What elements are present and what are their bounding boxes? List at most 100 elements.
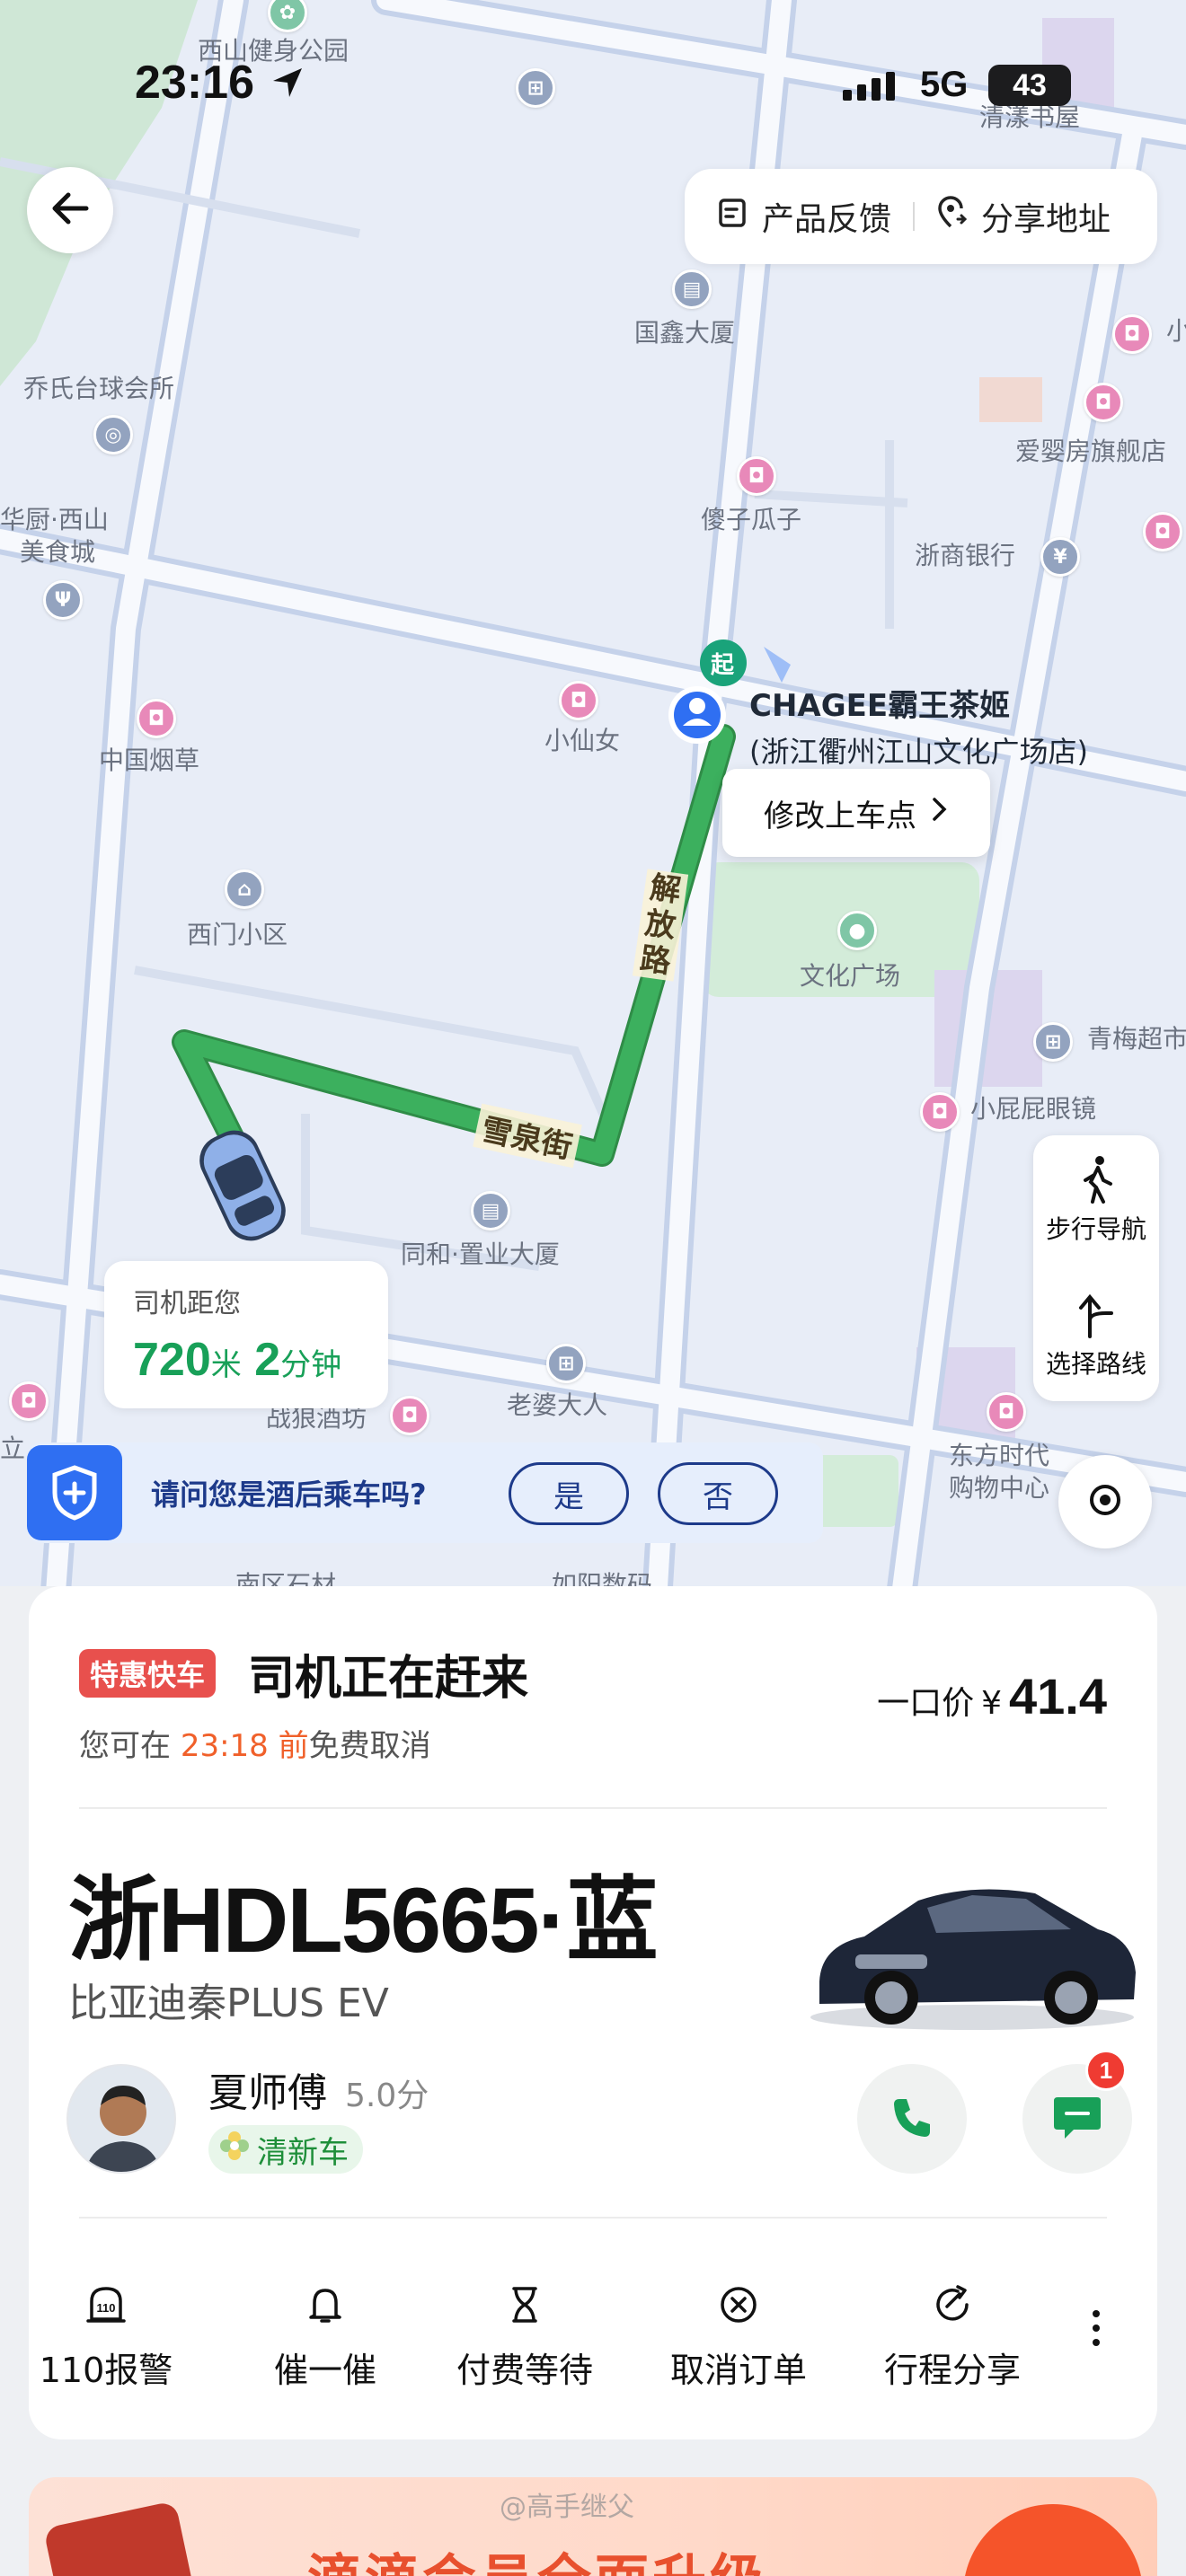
share-trip-button[interactable]: 行程分享 [863,2283,1042,2392]
map-view[interactable]: 西山健身公园 清漾书屋 国鑫大厦 乔氏台球会所 爱婴房旗舰店 华厨·西山 美食城… [0,0,1186,1617]
eta-label: 司机距您 [133,1288,241,1319]
drunk-yes-button[interactable]: 是 [509,1462,629,1525]
watermark: @高手继父 [500,2492,634,2523]
arrow-left-icon [50,190,90,230]
cancel-order-button[interactable]: 取消订单 [649,2283,828,2392]
supermarket-poi-icon: ⊞ [1033,1022,1073,1062]
shopping-poi-icon: ◘ [9,1381,49,1421]
svg-text:110: 110 [97,2301,116,2315]
restaurant-poi-icon: Ψ [43,580,83,620]
map-label-qiaoshi: 乔氏台球会所 [23,374,175,403]
modify-pickup-button[interactable]: 修改上车点 [722,769,990,857]
price-label: 一口价 [877,1685,975,1722]
map-label-qingmei: 青梅超市 [1087,1024,1186,1054]
gift-box-icon [43,2501,203,2576]
drunk-question: 请问您是酒后乘车吗? [151,1478,427,1512]
map-label-dongfang1: 东方时代 [949,1441,1050,1470]
eta-minutes-unit: 分钟 [280,1348,342,1382]
map-label-tonghe: 同和·置业大厦 [401,1239,560,1269]
cancel-deadline: 23:18 [180,1728,269,1764]
signal-icon [841,70,904,106]
eta-distance: 720 [133,1334,211,1386]
driver-avatar[interactable] [66,2064,176,2174]
map-label-guoxin: 国鑫大厦 [634,318,736,348]
price-value: 41.4 [1009,1668,1107,1725]
map-label-xiao-edge: 小 [1166,316,1186,346]
service-tag: 特惠快车 [79,1649,217,1698]
shopping-poi-icon: ◘ [137,699,176,738]
cancel-suffix: 免费取消 [308,1728,431,1764]
map-label-muying: 爱婴房旗舰店 [1015,437,1167,466]
location-arrow-icon [270,65,305,104]
share-address-button[interactable]: 分享地址 [936,193,1111,240]
feedback-button[interactable]: 产品反馈 [717,193,891,240]
eta-minutes: 2 [254,1334,281,1386]
map-label-shazi: 傻子瓜子 [701,505,802,534]
police-110-button[interactable]: 110 110报警 [16,2283,196,2392]
chat-bubble-icon [1050,2092,1104,2146]
location-share-icon [936,195,969,238]
locate-target-icon [1087,1482,1123,1522]
section-divider [79,1807,1107,1809]
drunk-no-button[interactable]: 否 [658,1462,778,1525]
select-route-label: 选择路线 [1045,1349,1146,1379]
share-trip-label: 行程分享 [883,2351,1021,2390]
locate-button[interactable] [1058,1455,1152,1548]
drunk-ride-prompt: 请问您是酒后乘车吗? 是 否 [27,1442,823,1543]
order-card: 特惠快车 司机正在赶来 您可在 23:18 前免费取消 一口价 ¥41.4 浙H… [29,1586,1157,2439]
top-action-bar: 产品反馈 分享地址 [685,169,1157,264]
walk-nav-button[interactable]: 步行导航 [1033,1155,1159,1246]
price-currency: ¥ [981,1685,1002,1722]
fixed-price[interactable]: 一口价 ¥41.4 [877,1667,1107,1725]
urge-driver-button[interactable]: 催一催 [235,2283,415,2392]
shield-plus-icon [27,1445,122,1540]
pickup-place-name: CHAGEE霸王茶姬 [749,688,1011,724]
walking-icon [1078,1156,1114,1210]
map-label-dongfang2: 购物中心 [949,1473,1050,1503]
map-label-wenhua: 文化广场 [800,961,901,991]
police-110-icon: 110 [84,2287,128,2330]
bell-icon [304,2289,347,2330]
shopping-poi-icon: ◘ [737,456,776,496]
eta-distance-unit: 米 [210,1348,242,1382]
battery-icon: 43 [988,65,1071,106]
map-label-zheshang: 浙商银行 [915,541,1016,570]
action-bar: 110 110报警 催一催 付费等待 取消订单 行程分享 [29,2283,1157,2391]
building-poi-icon: ▤ [471,1191,510,1231]
back-button[interactable] [27,167,113,253]
driver-name: 夏师傅 [208,2070,327,2116]
promo-cta-icon [963,2504,1143,2576]
flower-icon [219,2130,250,2169]
paid-wait-label: 付费等待 [456,2351,593,2390]
side-tool-panel: 步行导航 选择路线 [1033,1135,1159,1401]
route-fork-icon [1075,1293,1117,1345]
select-route-button[interactable]: 选择路线 [1033,1293,1159,1381]
unread-message-badge: 1 [1085,2050,1127,2091]
more-menu-button[interactable] [1089,2307,1103,2353]
shopping-poi-icon: ◘ [1112,314,1152,354]
paid-wait-button[interactable]: 付费等待 [435,2283,615,2392]
supermarket-poi-icon: ⊞ [546,1344,586,1383]
start-marker: 起 [711,652,735,679]
eta-card: 司机距您 720米 2分钟 [104,1261,388,1408]
map-label-huachu: 华厨·西山 [0,505,109,534]
free-cancel-notice: 您可在 23:18 前免费取消 [79,1721,431,1765]
shop-poi-icon: ⊞ [516,68,555,108]
edit-note-icon [717,197,749,237]
map-label-laopo: 老婆大人 [507,1390,608,1420]
call-driver-button[interactable] [857,2064,967,2174]
shopping-poi-icon: ◘ [1084,383,1123,422]
map-label-li: 立 [0,1434,26,1463]
more-vertical-icon [1089,2310,1103,2353]
residence-poi-icon: ⌂ [225,869,264,909]
top-action-divider [913,202,916,231]
building-poi-icon: ▤ [672,269,712,309]
chevron-right-icon [931,795,949,831]
eta-value: 720米 2分钟 [133,1333,359,1387]
square-poi-icon: ● [837,911,877,950]
map-label-xiaoxiannv: 小仙女 [544,726,621,755]
urge-label: 催一催 [273,2351,376,2390]
police-110-label: 110报警 [39,2351,173,2390]
map-label-ximen: 西门小区 [187,920,288,949]
bank-poi-icon: ¥ [1040,537,1080,577]
